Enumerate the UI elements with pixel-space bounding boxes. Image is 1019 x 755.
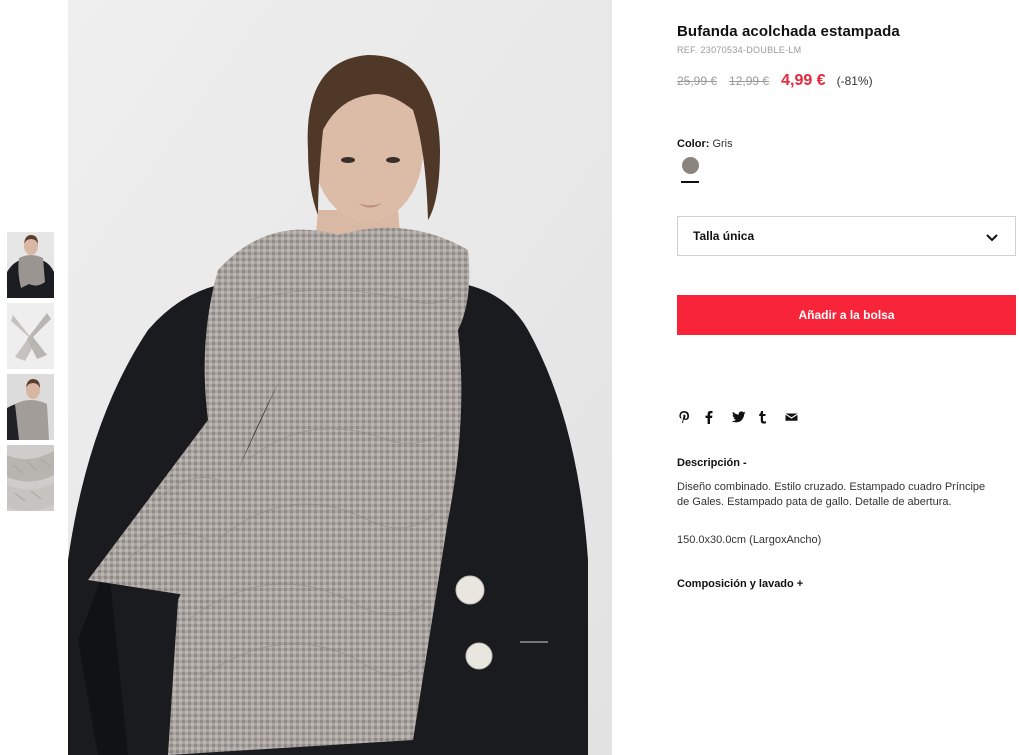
current-price: 4,99 € [781,72,826,89]
thumbnail-4[interactable] [7,445,54,511]
color-label-row: Color: Gris [677,138,733,150]
share-bar [677,408,812,426]
color-label: Color: [677,138,710,150]
thumbnail-2[interactable] [7,303,54,369]
thumbnail-1[interactable] [7,232,54,298]
pinterest-icon[interactable] [677,408,704,426]
thumbnail-strip [7,232,54,516]
color-value: Gris [712,138,733,150]
facebook-icon[interactable] [704,408,731,426]
add-to-bag-button[interactable]: Añadir a la bolsa [677,295,1016,335]
price-row: 25,99 € 12,99 € 4,99 € (-81%) [677,72,873,90]
email-icon[interactable] [785,408,812,426]
color-swatch-gris[interactable] [682,157,699,174]
product-title: Bufanda acolchada estampada [677,23,900,40]
product-ref: REF. 23070534-DOUBLE-LM [677,45,802,55]
size-select[interactable]: Talla única [677,216,1016,256]
main-product-image [68,0,612,755]
chevron-down-icon [986,234,998,242]
original-price: 25,99 € [677,74,718,88]
measurements-text: 150.0x30.0cm (LargoxAncho) [677,534,822,546]
composition-toggle[interactable]: Composición y lavado + [677,578,803,590]
selected-swatch-indicator [681,181,699,183]
tumblr-icon[interactable] [758,408,785,426]
discount-badge: (-81%) [836,74,873,88]
size-selected-value: Talla única [693,229,755,243]
twitter-icon[interactable] [731,408,758,426]
description-text: Diseño combinado. Estilo cruzado. Estamp… [677,481,986,508]
previous-price: 12,99 € [729,74,770,88]
description-toggle[interactable]: Descripción - [677,457,747,469]
thumbnail-3[interactable] [7,374,54,440]
